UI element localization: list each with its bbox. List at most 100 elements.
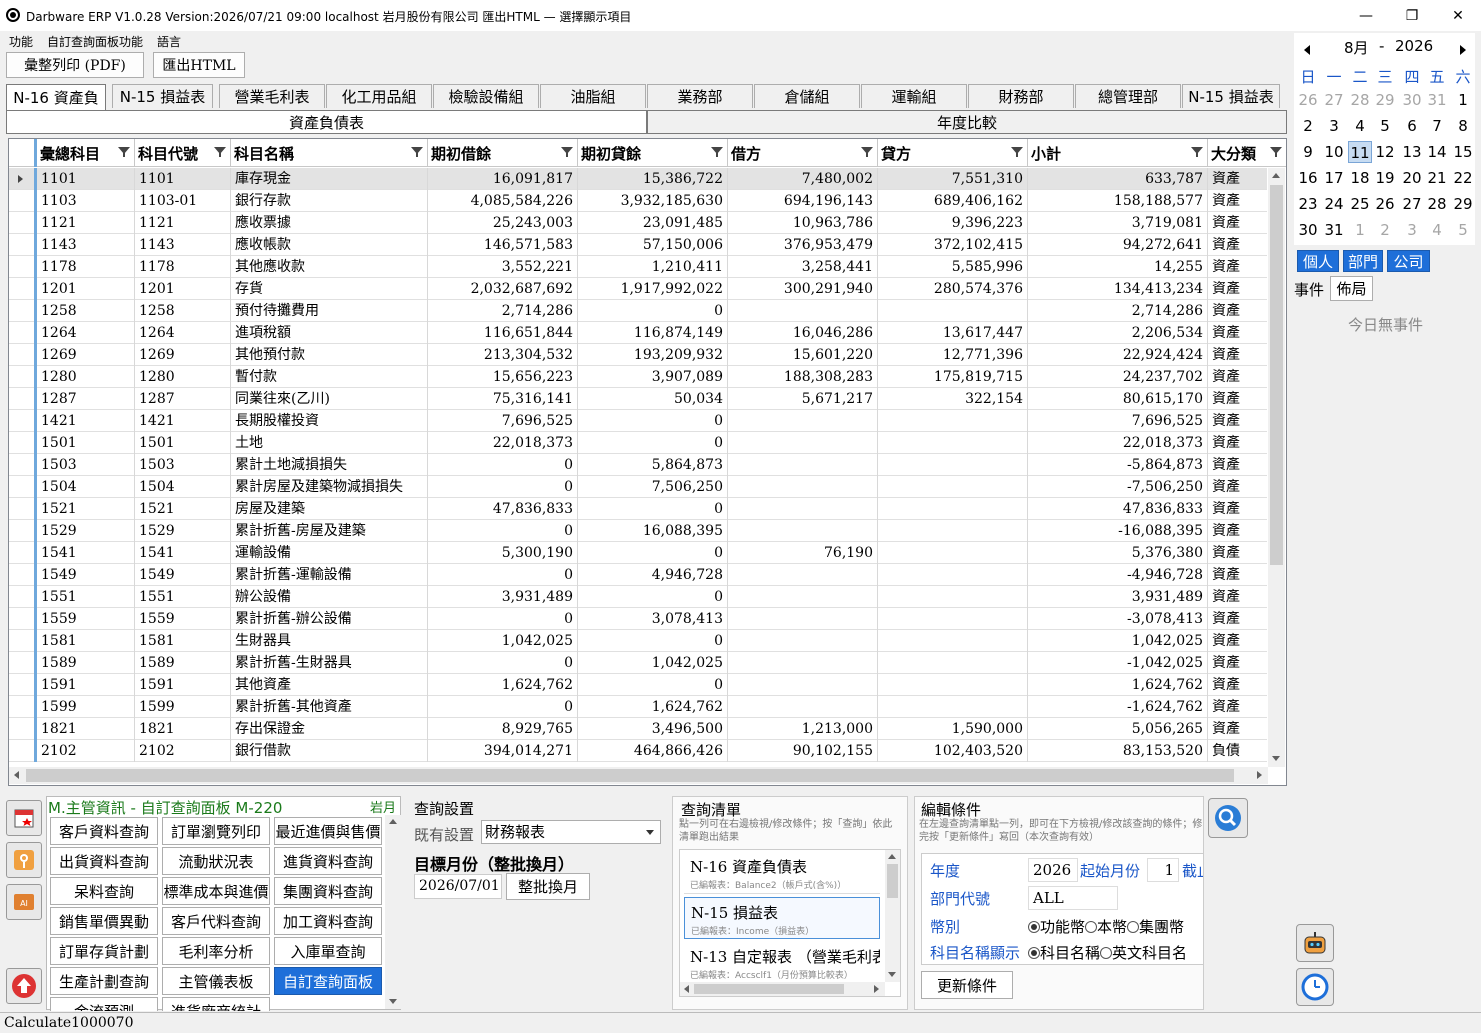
table-cell[interactable]: 134,413,234 [1028, 278, 1208, 300]
calendar-day[interactable]: 24 [1322, 193, 1346, 215]
table-cell[interactable]: 1551 [135, 586, 231, 608]
row-header[interactable] [9, 696, 37, 718]
maximize-button[interactable]: ❐ [1389, 0, 1435, 31]
table-cell[interactable] [878, 652, 1028, 674]
table-cell[interactable]: 16,091,817 [428, 168, 578, 190]
table-row[interactable]: 1264 1264 進項稅額 116,651,844 116,874,149 16,046… [9, 322, 1267, 344]
table-cell[interactable]: 銀行借款 [231, 740, 428, 762]
table-cell[interactable]: 1264 [135, 322, 231, 344]
table-cell[interactable]: 資產 [1208, 520, 1267, 542]
table-cell[interactable]: 3,552,221 [428, 256, 578, 278]
table-cell[interactable]: 22,924,424 [1028, 344, 1208, 366]
table-row[interactable]: 1504 1504 累計房屋及建築物減損損失 0 7,506,250 -7,506,250… [9, 476, 1267, 498]
table-cell[interactable]: 322,154 [878, 388, 1028, 410]
table-cell[interactable]: 資產 [1208, 630, 1267, 652]
table-cell[interactable] [878, 696, 1028, 718]
table-cell[interactable] [728, 586, 878, 608]
table-cell[interactable]: 1,590,000 [878, 718, 1028, 740]
filter-icon[interactable] [214, 147, 226, 157]
calendar-day[interactable]: 17 [1322, 167, 1346, 189]
table-cell[interactable]: 1,624,762 [428, 674, 578, 696]
table-cell[interactable]: 7,696,525 [1028, 410, 1208, 432]
table-cell[interactable]: 7,506,250 [578, 476, 728, 498]
table-cell[interactable]: 2,714,286 [1028, 300, 1208, 322]
panel-button[interactable]: 呆料查詢 [50, 877, 158, 905]
row-header[interactable] [9, 674, 37, 696]
table-cell[interactable]: -5,864,873 [1028, 454, 1208, 476]
row-header[interactable] [9, 322, 37, 344]
table-cell[interactable]: 23,091,485 [578, 212, 728, 234]
prev-month-icon[interactable] [1304, 45, 1310, 55]
table-cell[interactable]: 116,874,149 [578, 322, 728, 344]
table-cell[interactable]: 累計折舊-生財器具 [231, 652, 428, 674]
scroll-left-icon[interactable] [14, 771, 19, 779]
table-cell[interactable]: 進項稅額 [231, 322, 428, 344]
scroll-up-icon[interactable] [1272, 173, 1280, 178]
calendar-day-today[interactable]: 11 [1348, 141, 1372, 163]
table-cell[interactable]: 資產 [1208, 432, 1267, 454]
calendar-year[interactable]: 2026 [1395, 37, 1433, 55]
table-cell[interactable] [728, 410, 878, 432]
table-cell[interactable]: 5,864,873 [578, 454, 728, 476]
tab-inspection[interactable]: 檢驗設備組 [433, 84, 539, 108]
table-cell[interactable]: 1178 [37, 256, 135, 278]
table-cell[interactable]: 資產 [1208, 476, 1267, 498]
table-cell[interactable]: 689,406,162 [878, 190, 1028, 212]
col-subtotal[interactable]: 小計 [1028, 139, 1208, 167]
tab-chemical[interactable]: 化工用品組 [326, 84, 432, 108]
calendar-day[interactable]: 7 [1425, 115, 1449, 137]
col-account-code[interactable]: 科目代號 [135, 139, 231, 167]
table-cell[interactable] [728, 630, 878, 652]
table-cell[interactable]: 1521 [135, 498, 231, 520]
list-hscroll[interactable] [680, 982, 885, 996]
table-cell[interactable]: 庫存現金 [231, 168, 428, 190]
calendar-app-icon[interactable] [6, 800, 42, 836]
row-header[interactable] [9, 168, 37, 190]
table-cell[interactable]: 5,585,996 [878, 256, 1028, 278]
table-cell[interactable]: 0 [428, 564, 578, 586]
table-cell[interactable]: 1501 [135, 432, 231, 454]
table-cell[interactable]: 2102 [37, 740, 135, 762]
table-cell[interactable]: 同業往來(乙川) [231, 388, 428, 410]
row-header[interactable] [9, 608, 37, 630]
row-header[interactable] [9, 256, 37, 278]
table-cell[interactable]: 394,014,271 [428, 740, 578, 762]
year-input[interactable]: 2026 [1028, 858, 1078, 882]
panel-button[interactable]: 銷售單價異動 [50, 907, 158, 935]
table-cell[interactable]: 存貨 [231, 278, 428, 300]
table-row[interactable]: 1581 1581 生財器具 1,042,025 0 1,042,025 資產 [9, 630, 1267, 652]
table-cell[interactable]: 1549 [37, 564, 135, 586]
menu-language[interactable]: 語言 [157, 33, 181, 50]
panel-button[interactable]: 訂單瀏覽列印 [162, 817, 270, 845]
clock-button[interactable] [1296, 968, 1334, 1006]
table-cell[interactable]: 應收帳款 [231, 234, 428, 256]
table-row[interactable]: 1521 1521 房屋及建築 47,836,833 0 47,836,833 資產 [9, 498, 1267, 520]
scroll-thumb[interactable] [1270, 185, 1283, 565]
row-header[interactable] [9, 366, 37, 388]
table-cell[interactable]: 25,243,003 [428, 212, 578, 234]
table-cell[interactable] [728, 652, 878, 674]
calendar-day[interactable]: 21 [1425, 167, 1449, 189]
upload-icon[interactable] [6, 968, 42, 1004]
batch-change-button[interactable]: 整批換月 [506, 873, 590, 900]
table-cell[interactable]: 1258 [135, 300, 231, 322]
table-cell[interactable]: 1501 [37, 432, 135, 454]
horizontal-scrollbar[interactable] [9, 767, 1268, 784]
table-cell[interactable]: 2,714,286 [428, 300, 578, 322]
table-cell[interactable]: 15,656,223 [428, 366, 578, 388]
table-row[interactable]: 1121 1121 應收票據 25,243,003 23,091,485 10,963,7… [9, 212, 1267, 234]
table-cell[interactable]: 累計土地減損損失 [231, 454, 428, 476]
table-row[interactable]: 2102 2102 銀行借款 394,014,271 464,866,426 90,102… [9, 740, 1267, 762]
calendar-day[interactable]: 26 [1373, 193, 1397, 215]
subtab-year-compare[interactable]: 年度比較 [647, 110, 1287, 134]
table-row[interactable]: 1258 1258 預付待攤費用 2,714,286 0 2,714,286 資產 [9, 300, 1267, 322]
calendar-day[interactable]: 27 [1322, 89, 1346, 111]
table-cell[interactable]: 0 [428, 520, 578, 542]
calendar-day[interactable]: 5 [1451, 219, 1475, 241]
col-opening-debit[interactable]: 期初借餘 [428, 139, 578, 167]
table-cell[interactable]: 辦公設備 [231, 586, 428, 608]
calendar-month[interactable]: 8月 [1344, 37, 1369, 58]
table-cell[interactable]: 2102 [135, 740, 231, 762]
table-cell[interactable]: 5,671,217 [728, 388, 878, 410]
table-cell[interactable]: 0 [578, 410, 728, 432]
